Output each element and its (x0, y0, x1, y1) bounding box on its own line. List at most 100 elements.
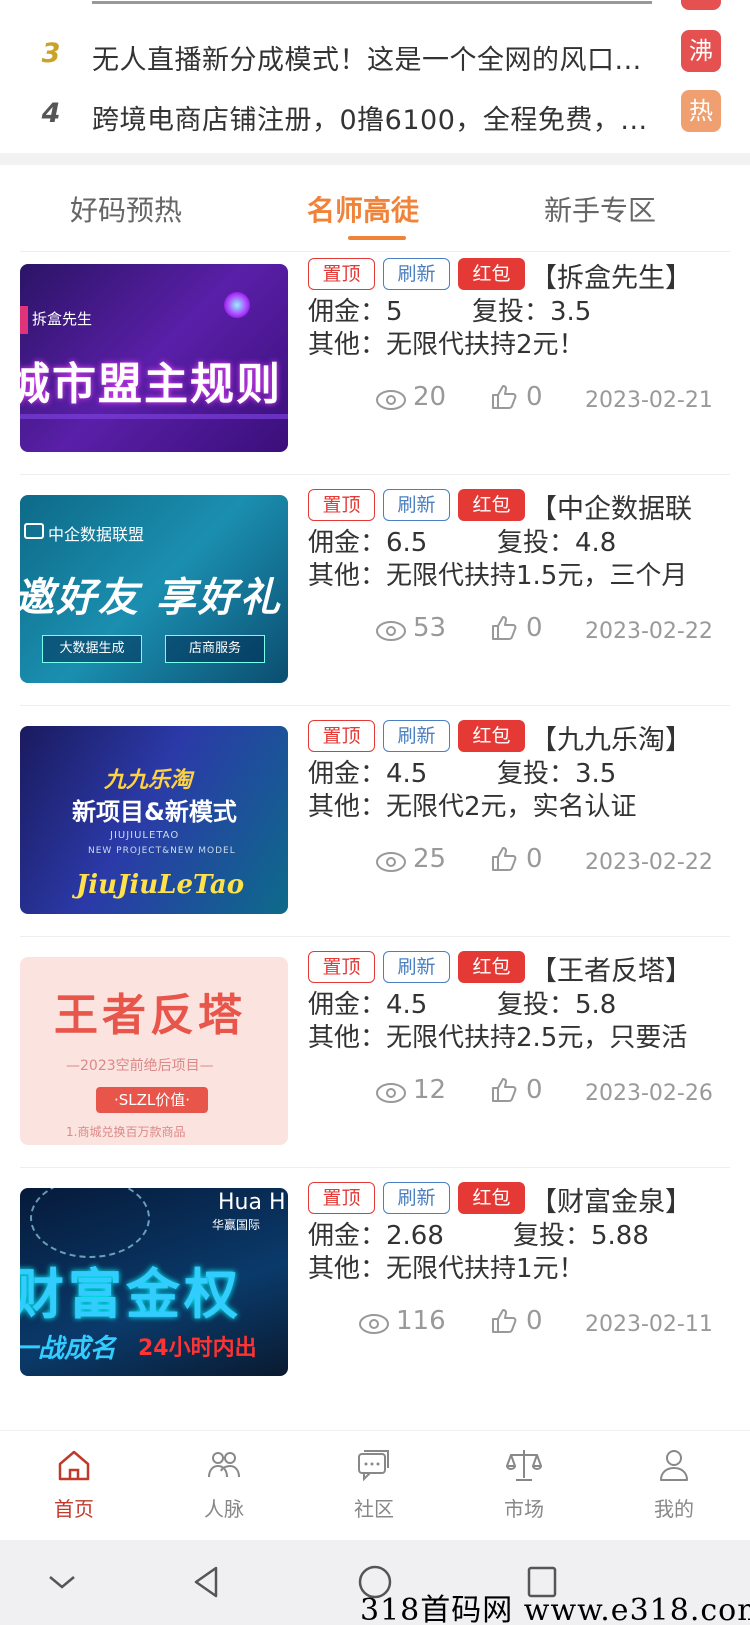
thumbs-up-icon[interactable] (490, 1076, 518, 1104)
post-date: 2023-02-21 (585, 388, 713, 413)
refresh-tag: 刷新 (383, 258, 450, 290)
redpacket-tag: 红包 (458, 951, 525, 983)
thumbnail-button: 店商服务 (165, 635, 265, 663)
project-card[interactable]: Hua H 华赢国际 财富金权 一战成名 24小时内出 置顶 刷新 红包 【财富… (0, 1168, 750, 1399)
thumbnail-title: 王者反塔 (54, 990, 246, 1041)
hot-rank: 3 (41, 38, 61, 69)
thumbnail-title: 邀好友 享好礼 (20, 575, 282, 621)
nav-market[interactable]: 市场 (474, 1431, 574, 1541)
redpacket-tag: 红包 (458, 489, 525, 521)
card-thumbnail[interactable]: 拆盒先生 城市盟主规则 (20, 264, 288, 452)
card-thumbnail[interactable]: 九九乐淘 新项目&新模式 JIUJIULETAO NEW PROJECT&NEW… (20, 726, 288, 914)
home-icon (58, 1450, 90, 1481)
view-count: 20 (413, 382, 447, 412)
pinned-tag: 置顶 (308, 951, 375, 983)
project-card[interactable]: 中企数据联盟 邀好友 享好礼 大数据生成 店商服务 置顶 刷新 红包 【中企数据… (0, 475, 750, 706)
post-date: 2023-02-22 (585, 850, 713, 875)
pinned-tag: 置顶 (308, 1182, 375, 1214)
project-card[interactable]: 九九乐淘 新项目&新模式 JIUJIULETAO NEW PROJECT&NEW… (0, 706, 750, 937)
hot-item[interactable]: 3 无人直播新分成模式！这是一个全网的风口... 沸 (0, 30, 750, 90)
pinned-tag: 置顶 (308, 489, 375, 521)
nav-label: 人脉 (204, 1497, 244, 1521)
commission-text: 佣金：6.5 (308, 528, 428, 558)
card-thumbnail[interactable]: 中企数据联盟 邀好友 享好礼 大数据生成 店商服务 (20, 495, 288, 683)
other-text: 其他：无限代扶持2元！ (308, 330, 585, 360)
thumbs-up-icon[interactable] (490, 845, 518, 873)
nav-contacts[interactable]: 人脉 (174, 1431, 274, 1541)
thumbs-up-icon[interactable] (490, 1307, 518, 1335)
nav-home[interactable]: 首页 (24, 1431, 124, 1541)
other-text: 其他：无限代扶持1元！ (308, 1254, 585, 1284)
tab-hot-codes[interactable]: 好码预热 (70, 189, 182, 229)
thumbs-up-icon[interactable] (490, 614, 518, 642)
thumbnail-caption: 拆盒先生 (32, 310, 93, 328)
thumbnail-caption: 中企数据联盟 (48, 525, 145, 544)
like-count: 0 (526, 1306, 543, 1336)
pinned-tag: 置顶 (308, 258, 375, 290)
eye-icon (376, 852, 406, 872)
nav-profile[interactable]: 我的 (624, 1431, 724, 1541)
other-text: 其他：无限代2元，实名认证 (308, 792, 637, 822)
like-count: 0 (526, 1075, 543, 1105)
commission-text: 佣金：4.5 (308, 759, 428, 789)
hot-badge: 热 (681, 90, 721, 132)
tab-masters[interactable]: 名师高徒 (307, 189, 419, 229)
refresh-tag: 刷新 (383, 1182, 450, 1214)
card-title[interactable]: 【九九乐淘】 (530, 718, 735, 757)
like-count: 0 (526, 844, 543, 874)
other-text: 其他：无限代扶持1.5元，三个月 (308, 561, 688, 591)
card-title[interactable]: 【财富金泉】 (530, 1180, 735, 1219)
project-card[interactable]: 拆盒先生 城市盟主规则 置顶 刷新 红包 【拆盒先生】 佣金：5 复投：3.5 … (0, 244, 750, 475)
reinvest-text: 复投：3.5 (472, 297, 592, 327)
refresh-tag: 刷新 (383, 489, 450, 521)
thumbnail-title: 财富金权 (20, 1263, 242, 1326)
other-text: 其他：无限代扶持2.5元，只要活 (308, 1023, 688, 1053)
redpacket-tag: 红包 (458, 258, 525, 290)
hot-badge: 沸 (681, 30, 721, 72)
eye-icon (359, 1314, 389, 1334)
card-title[interactable]: 【王者反塔】 (530, 949, 735, 988)
redpacket-tag: 红包 (458, 720, 525, 752)
hot-rank: 4 (41, 98, 61, 129)
thumbnail-button: 大数据生成 (42, 635, 142, 663)
thumbnail-pill: ·SLZL价值· (96, 1087, 208, 1113)
section-divider (0, 153, 750, 165)
commission-text: 佣金：4.5 (308, 990, 428, 1020)
watermark: 318首码网 www.e318.com (360, 1593, 750, 1625)
like-count: 0 (526, 382, 543, 412)
nav-label: 我的 (654, 1497, 694, 1521)
view-count: 12 (413, 1075, 447, 1105)
refresh-tag: 刷新 (383, 951, 450, 983)
tab-newbie[interactable]: 新手专区 (544, 189, 656, 229)
thumbnail-caption: 九九乐淘 (104, 768, 193, 793)
app-screen: 3 无人直播新分成模式！这是一个全网的风口... 沸 4 跨境电商店铺注册，0撸… (0, 0, 750, 1625)
chevron-down-icon[interactable] (42, 1562, 82, 1602)
like-count: 0 (526, 613, 543, 643)
card-thumbnail[interactable]: Hua H 华赢国际 财富金权 一战成名 24小时内出 (20, 1188, 288, 1376)
reinvest-text: 复投：3.5 (497, 759, 617, 789)
project-card[interactable]: 王者反塔 —2023空前绝后项目— ·SLZL价值· 1.商城兑换百万款商品 置… (0, 937, 750, 1168)
card-title[interactable]: 【中企数据联 (530, 487, 735, 526)
hot-row-partial (92, 0, 652, 4)
hot-item[interactable]: 4 跨境电商店铺注册，0撸6100，全程免费，... 热 (0, 90, 750, 150)
back-icon[interactable] (188, 1562, 228, 1602)
hot-title: 无人直播新分成模式！这是一个全网的风口... (92, 45, 642, 76)
thumbs-up-icon[interactable] (490, 383, 518, 411)
bottom-nav: 首页 人脉 社区 市场 我的 (0, 1430, 750, 1540)
eye-icon (376, 621, 406, 641)
refresh-tag: 刷新 (383, 720, 450, 752)
thumbnail-title: 城市盟主规则 (20, 359, 282, 410)
thumbnail-caption: Hua H (218, 1190, 286, 1215)
card-thumbnail[interactable]: 王者反塔 —2023空前绝后项目— ·SLZL价值· 1.商城兑换百万款商品 (20, 957, 288, 1145)
card-title[interactable]: 【拆盒先生】 (530, 256, 735, 295)
thumbnail-subtitle: 华赢国际 (212, 1218, 261, 1232)
nav-community[interactable]: 社区 (324, 1431, 424, 1541)
chat-icon (358, 1450, 389, 1482)
redpacket-tag: 红包 (458, 1182, 525, 1214)
pinned-tag: 置顶 (308, 720, 375, 752)
thumbnail-title: 新项目&新模式 (72, 798, 237, 826)
post-date: 2023-02-11 (585, 1312, 713, 1337)
thumbnail-subtitle: JIUJIULETAO (110, 830, 180, 841)
active-tab-indicator (348, 236, 406, 240)
user-icon (660, 1450, 688, 1481)
